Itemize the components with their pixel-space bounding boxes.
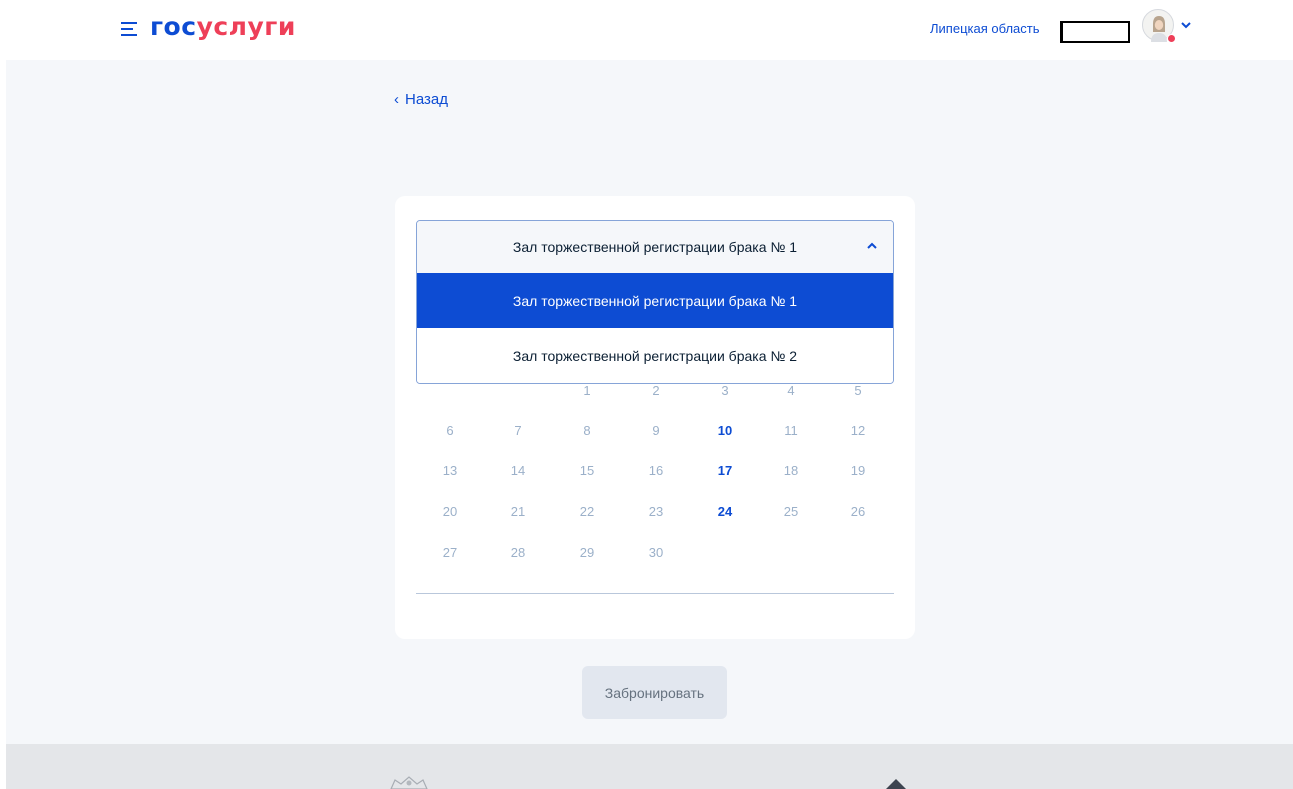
calendar-day: 23 bbox=[648, 504, 664, 519]
calendar-day: 11 bbox=[784, 423, 798, 438]
calendar-day: 21 bbox=[510, 504, 526, 519]
calendar-day: 16 bbox=[648, 463, 664, 478]
calendar-day: 20 bbox=[442, 504, 458, 519]
calendar-day: 13 bbox=[442, 463, 458, 478]
back-label: Назад bbox=[405, 91, 448, 108]
hall-option-2[interactable]: Зал торжественной регистрации брака № 2 bbox=[417, 328, 893, 383]
calendar-day: 15 bbox=[579, 463, 595, 478]
calendar-day: 5 bbox=[854, 383, 862, 398]
calendar-day: 22 bbox=[579, 504, 595, 519]
calendar-day: 26 bbox=[850, 504, 866, 519]
calendar-day: 6 bbox=[446, 423, 454, 438]
hall-select[interactable]: Зал торжественной регистрации брака № 1 … bbox=[416, 220, 894, 384]
notification-dot bbox=[1167, 34, 1176, 43]
calendar-day: 28 bbox=[510, 545, 526, 560]
calendar-day[interactable]: 17 bbox=[705, 463, 745, 478]
calendar-day: 12 bbox=[850, 423, 866, 438]
calendar-day[interactable]: 10 bbox=[705, 423, 745, 438]
calendar-day: 14 bbox=[510, 463, 526, 478]
calendar-divider bbox=[416, 593, 894, 594]
site-footer bbox=[6, 744, 1293, 789]
calendar-day: 30 bbox=[648, 545, 664, 560]
calendar-day: 9 bbox=[652, 423, 660, 438]
site-header: госуслуги Липецкая область bbox=[0, 0, 1293, 60]
hall-select-value: Зал торжественной регистрации брака № 1 bbox=[512, 239, 798, 255]
calendar-day: 4 bbox=[787, 383, 795, 398]
user-name-redacted bbox=[1060, 21, 1130, 43]
calendar-day: 25 bbox=[783, 504, 799, 519]
logo-part-gos: гос bbox=[150, 12, 197, 41]
calendar-day: 1 bbox=[583, 383, 591, 398]
hall-select-header[interactable]: Зал торжественной регистрации брака № 1 bbox=[417, 221, 893, 273]
scroll-up-icon[interactable] bbox=[884, 777, 908, 789]
calendar-day: 2 bbox=[652, 383, 660, 398]
logo-part-uslugi: услуги bbox=[196, 12, 296, 41]
calendar-day: 27 bbox=[442, 545, 458, 560]
calendar-day: 18 bbox=[783, 463, 799, 478]
coat-of-arms-icon bbox=[390, 776, 428, 789]
calendar-day: 29 bbox=[579, 545, 595, 560]
back-link[interactable]: ‹ Назад bbox=[394, 91, 448, 108]
calendar-day[interactable]: 24 bbox=[705, 504, 745, 519]
book-button[interactable]: Забронировать bbox=[582, 666, 727, 719]
calendar-day: 3 bbox=[721, 383, 729, 398]
hall-option-1[interactable]: Зал торжественной регистрации брака № 1 bbox=[417, 273, 893, 328]
calendar-day: 8 bbox=[583, 423, 591, 438]
calendar-day: 7 bbox=[514, 423, 522, 438]
chevron-up-icon[interactable] bbox=[865, 239, 879, 253]
chevron-down-icon[interactable] bbox=[1179, 18, 1193, 32]
gosuslugi-logo[interactable]: госуслуги bbox=[150, 12, 296, 41]
burger-menu-icon[interactable] bbox=[121, 22, 137, 38]
calendar-day: 19 bbox=[850, 463, 866, 478]
user-avatar-icon[interactable] bbox=[1142, 9, 1176, 43]
chevron-left-icon: ‹ bbox=[394, 91, 399, 108]
region-selector[interactable]: Липецкая область bbox=[930, 21, 1040, 36]
